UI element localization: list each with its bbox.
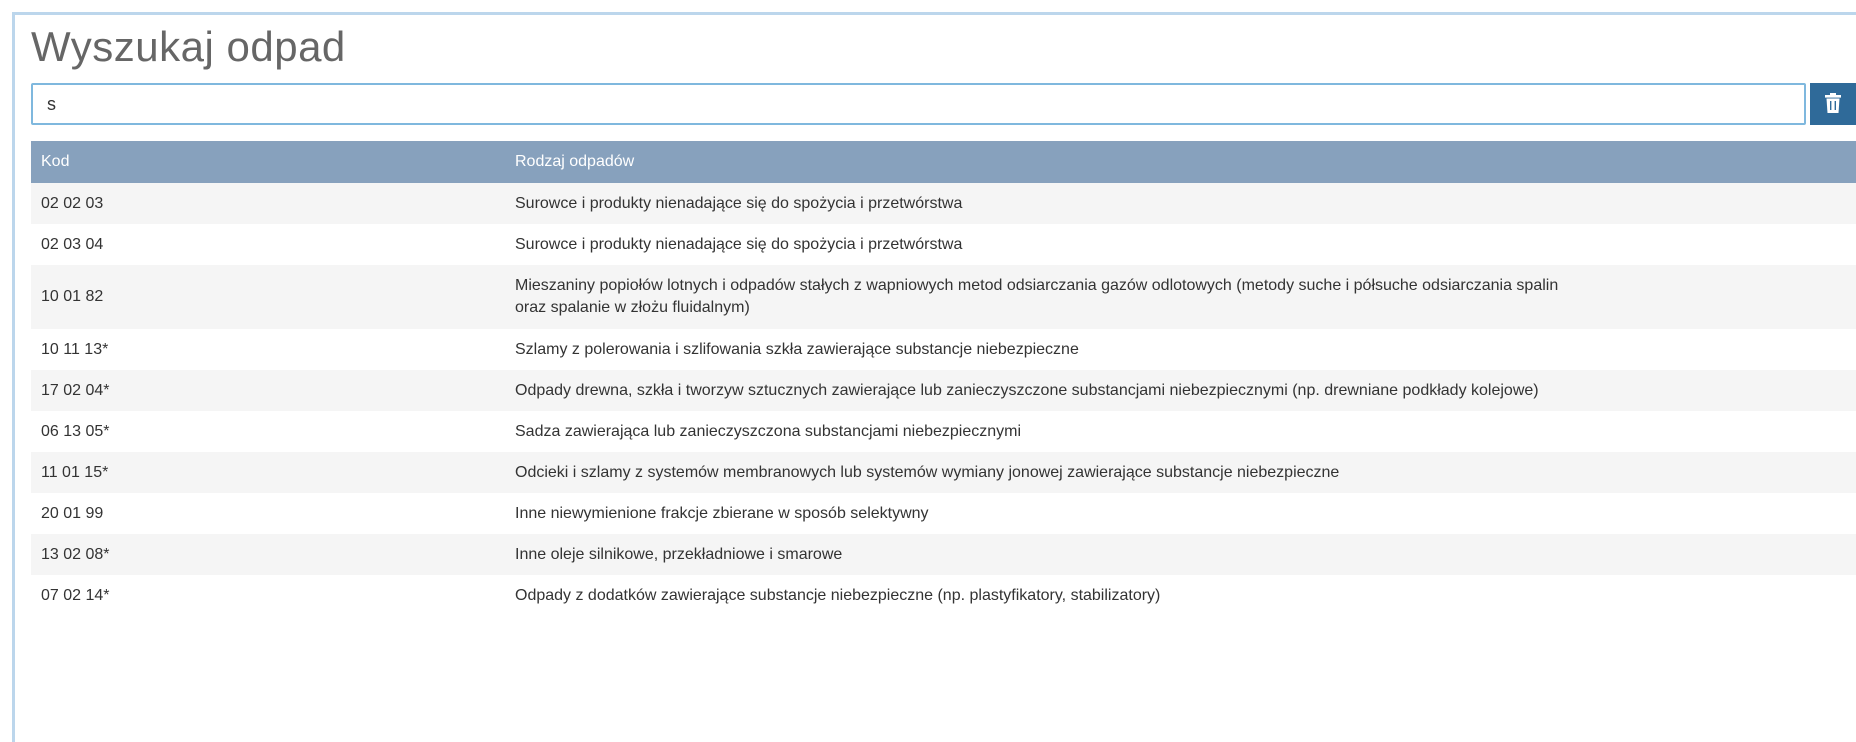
waste-type: Mieszaniny popiołów lotnych i odpadów st… bbox=[515, 277, 1559, 316]
column-header-waste-type: Rodzaj odpadów bbox=[515, 153, 635, 170]
clear-search-button[interactable] bbox=[1810, 83, 1856, 125]
page-title: Wyszukaj odpad bbox=[31, 23, 346, 70]
waste-code: 10 01 82 bbox=[41, 288, 104, 305]
waste-code: 17 02 04* bbox=[41, 381, 110, 399]
waste-code: 02 03 04 bbox=[41, 235, 104, 253]
waste-type: Odpady z dodatków zawierające substancje… bbox=[515, 586, 1161, 604]
waste-type: Sadza zawierająca lub zanieczyszczona su… bbox=[515, 422, 1022, 440]
table-row[interactable]: 10 01 82 Mieszaniny popiołów lotnych i o… bbox=[31, 265, 1856, 329]
search-panel: Wyszukaj odpad Kod Rodzaj odpadów bbox=[12, 12, 1856, 742]
table-row[interactable]: 11 01 15* Odcieki i szlamy z systemów me… bbox=[31, 452, 1856, 493]
trash-icon bbox=[1825, 92, 1841, 116]
waste-results-table: Kod Rodzaj odpadów 02 02 03 Surowce i pr… bbox=[31, 141, 1856, 616]
table-row[interactable]: 02 02 03 Surowce i produkty nienadające … bbox=[31, 183, 1856, 224]
search-row bbox=[31, 83, 1856, 125]
waste-code: 07 02 14* bbox=[41, 586, 110, 604]
table-row[interactable]: 17 02 04* Odpady drewna, szkła i tworzyw… bbox=[31, 370, 1856, 411]
waste-code: 13 02 08* bbox=[41, 545, 110, 563]
column-header-code: Kod bbox=[41, 153, 70, 170]
waste-type: Odpady drewna, szkła i tworzyw sztucznyc… bbox=[515, 381, 1539, 399]
waste-code: 02 02 03 bbox=[41, 194, 104, 212]
table-row[interactable]: 13 02 08* Inne oleje silnikowe, przekład… bbox=[31, 534, 1856, 575]
waste-type: Szlamy z polerowania i szlifowania szkła… bbox=[515, 340, 1079, 358]
table-row[interactable]: 06 13 05* Sadza zawierająca lub zanieczy… bbox=[31, 411, 1856, 452]
waste-type: Surowce i produkty nienadające się do sp… bbox=[515, 194, 963, 212]
waste-code: 11 01 15* bbox=[41, 463, 109, 481]
table-row[interactable]: 07 02 14* Odpady z dodatków zawierające … bbox=[31, 575, 1856, 616]
waste-code: 10 11 13* bbox=[41, 340, 109, 358]
waste-type: Surowce i produkty nienadające się do sp… bbox=[515, 235, 963, 253]
table-row[interactable]: 20 01 99 Inne niewymienione frakcje zbie… bbox=[31, 493, 1856, 534]
table-row[interactable]: 02 03 04 Surowce i produkty nienadające … bbox=[31, 224, 1856, 265]
waste-type: Inne niewymienione frakcje zbierane w sp… bbox=[515, 504, 929, 522]
table-header-row: Kod Rodzaj odpadów bbox=[31, 141, 1856, 183]
search-input[interactable] bbox=[31, 83, 1806, 125]
waste-type: Inne oleje silnikowe, przekładniowe i sm… bbox=[515, 545, 843, 563]
waste-code: 20 01 99 bbox=[41, 504, 104, 522]
waste-code: 06 13 05* bbox=[41, 422, 110, 440]
table-row[interactable]: 10 11 13* Szlamy z polerowania i szlifow… bbox=[31, 329, 1856, 370]
waste-type: Odcieki i szlamy z systemów membranowych… bbox=[515, 463, 1340, 481]
